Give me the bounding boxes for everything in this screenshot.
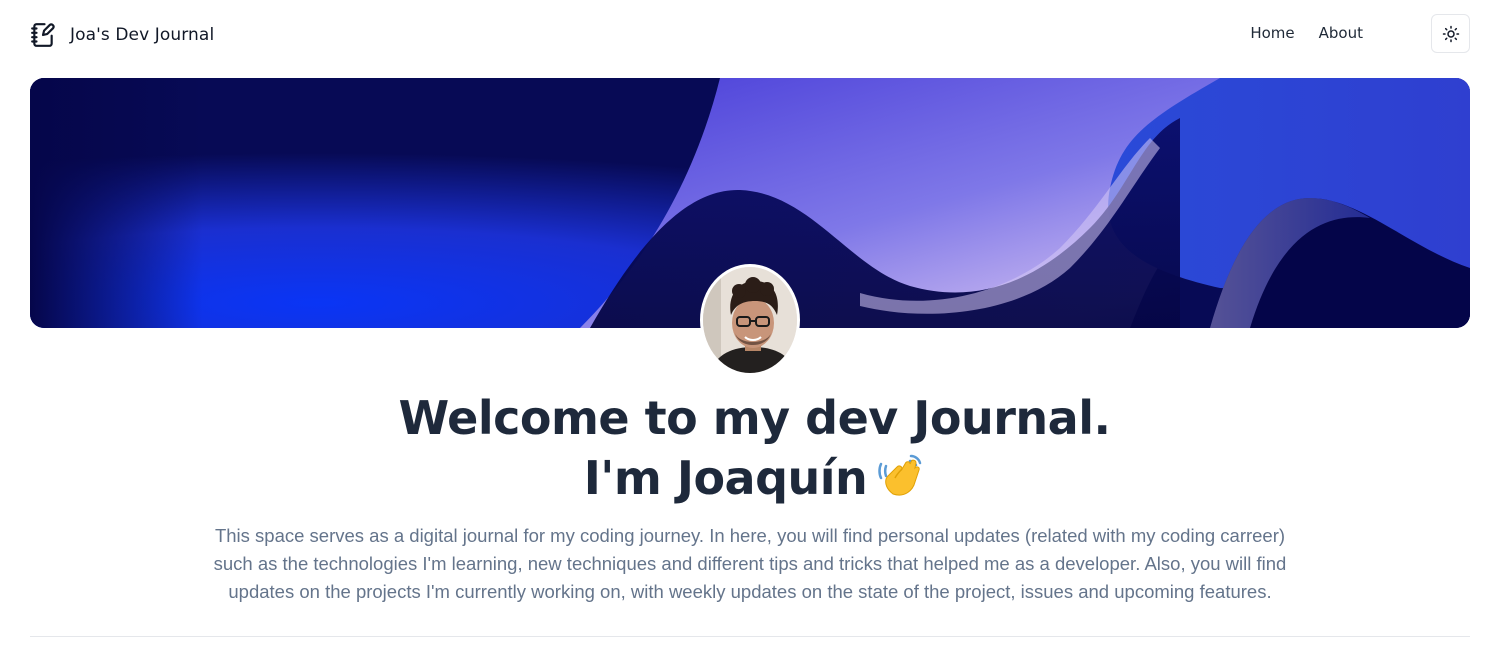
notebook-pen-icon [31, 23, 55, 47]
sun-icon [1442, 25, 1459, 42]
brand-link[interactable]: Joa's Dev Journal [30, 20, 214, 50]
title-line-2-wrapper: I'm Joaquín [0, 448, 1509, 508]
brand-name: Joa's Dev Journal [70, 25, 215, 45]
intro-paragraph: This space serves as a digital journal f… [213, 525, 1287, 602]
nav-about-link[interactable]: About [1319, 24, 1363, 42]
title-line-1: Welcome to my dev Journal. [398, 391, 1111, 445]
nav-home-link[interactable]: Home [1250, 24, 1294, 42]
avatar [700, 264, 800, 376]
waving-hand-icon [878, 454, 922, 496]
theme-toggle-button[interactable] [1431, 14, 1470, 53]
top-navbar: Joa's Dev Journal Home About [0, 0, 1509, 70]
section-divider [30, 636, 1470, 637]
page-title: Welcome to my dev Journal. I'm Joaquín [0, 388, 1509, 508]
avatar-photo [703, 267, 797, 373]
title-line-2: I'm Joaquín [583, 451, 868, 505]
main-nav: Home About [1250, 24, 1363, 42]
